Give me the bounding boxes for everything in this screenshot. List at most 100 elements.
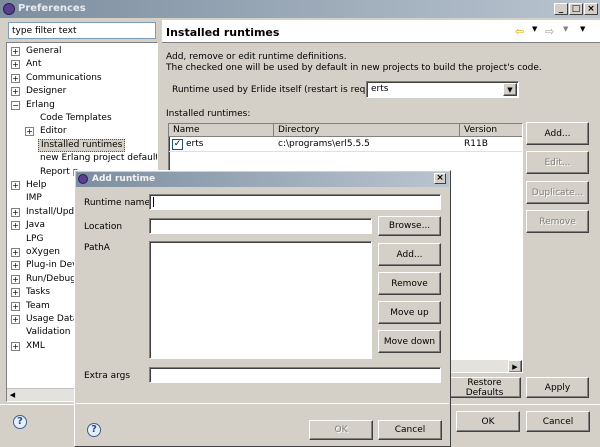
runtime-name-label: Runtime name: — [84, 198, 154, 208]
patha-list[interactable] — [149, 241, 372, 359]
expand-icon[interactable]: + — [11, 341, 20, 351]
browse-button[interactable]: Browse... — [378, 216, 441, 236]
tree-item-label: Usage Data — [26, 314, 79, 324]
expand-icon[interactable]: + — [11, 315, 20, 324]
edit-runtime-button[interactable]: Edit... — [526, 151, 589, 174]
forward-menu-icon[interactable]: ▼ — [563, 25, 568, 33]
tree-item-label: IMP — [26, 193, 42, 204]
filter-input[interactable] — [8, 22, 156, 39]
tree-item-label: Validation — [26, 327, 71, 338]
extra-args-input[interactable] — [149, 367, 441, 383]
cell-directory: c:\programs\erl5.5.5 — [278, 139, 370, 149]
expand-icon[interactable]: + — [11, 60, 20, 70]
patha-label: PathA — [84, 243, 110, 253]
runtime-name-input[interactable] — [149, 194, 441, 210]
duplicate-runtime-button[interactable]: Duplicate... — [526, 181, 589, 204]
dialog-title: Add runtime — [92, 174, 156, 184]
expand-icon[interactable]: + — [11, 261, 20, 271]
installed-label: Installed runtimes: — [166, 109, 251, 119]
dialog-cancel-button[interactable]: Cancel — [378, 420, 442, 440]
maximize-icon[interactable]: □ — [569, 3, 583, 15]
move-down-button[interactable]: Move down — [378, 330, 441, 353]
tree-item-label: Communications — [26, 72, 102, 83]
forward-arrow-icon[interactable]: ⇨ — [545, 25, 554, 38]
ok-button[interactable]: OK — [456, 411, 520, 432]
page-title: Installed runtimes — [166, 26, 280, 39]
tree-item-label: Java — [26, 220, 46, 231]
close-icon[interactable]: × — [584, 3, 598, 15]
table-row[interactable]: ✓ erts c:\programs\erl5.5.5 R11B — [169, 138, 522, 152]
expand-icon[interactable]: + — [11, 274, 20, 284]
col-header-directory[interactable]: Directory — [274, 124, 460, 137]
header-divider — [162, 42, 600, 43]
cell-version: R11B — [464, 139, 488, 149]
add-runtime-button[interactable]: Add... — [526, 122, 589, 145]
tree-item-label: XML — [26, 340, 45, 351]
page-description-1: Add, remove or edit runtime definitions. — [166, 52, 347, 62]
eclipse-icon — [3, 3, 15, 15]
tree-item-label: Ant — [26, 59, 42, 70]
col-header-name[interactable]: Name — [169, 124, 274, 137]
text-cursor — [153, 197, 154, 207]
expand-icon[interactable]: + — [11, 47, 20, 56]
apply-button[interactable]: Apply — [526, 377, 589, 398]
tree-item-label: Run/Debug — [26, 273, 76, 284]
tree-item-label: LPG — [26, 233, 44, 244]
scroll-right-icon[interactable]: ▶ — [508, 360, 522, 372]
default-checkbox[interactable]: ✓ — [172, 139, 183, 150]
dialog-footer-divider — [76, 403, 449, 404]
tree-item-label: Erlang — [26, 99, 55, 110]
add-runtime-dialog: Add runtime × Runtime name: Location Bro… — [74, 170, 451, 447]
location-input[interactable] — [149, 218, 372, 234]
tree-item-label: Help — [26, 180, 47, 190]
tree-item-label: Install/Upda — [26, 206, 80, 217]
dialog-ok-button[interactable]: OK — [309, 420, 373, 440]
location-label: Location — [84, 222, 123, 232]
runtime-select-value: erts — [371, 84, 389, 94]
col-header-version[interactable]: Version — [460, 124, 522, 137]
dialog-eclipse-icon — [78, 174, 88, 184]
page-description-2: The checked one will be used by default … — [166, 63, 542, 73]
tree-item-label: Tasks — [26, 287, 51, 298]
tree-item-label: General — [26, 46, 62, 56]
expand-icon[interactable]: + — [11, 221, 20, 231]
patha-remove-button[interactable]: Remove — [378, 272, 441, 295]
view-menu-icon[interactable]: ▼ — [580, 25, 585, 33]
help-icon[interactable]: ? — [13, 415, 27, 429]
expand-icon[interactable]: + — [11, 73, 20, 83]
extra-args-label: Extra args — [84, 371, 131, 381]
expand-icon[interactable]: + — [11, 181, 20, 190]
restore-defaults-button[interactable]: Restore Defaults — [448, 377, 521, 398]
dialog-close-icon[interactable]: × — [434, 173, 446, 184]
back-menu-icon[interactable]: ▼ — [532, 25, 537, 33]
minimize-icon[interactable]: _ — [554, 3, 568, 15]
window-title: Preferences — [18, 3, 86, 14]
cell-name: erts — [186, 139, 204, 149]
expand-icon[interactable]: + — [11, 87, 20, 97]
cancel-button[interactable]: Cancel — [526, 411, 590, 432]
expand-icon[interactable]: + — [11, 301, 20, 311]
dialog-help-icon[interactable]: ? — [87, 423, 101, 437]
tree-item-label: new Erlang project default p — [40, 153, 158, 164]
expand-icon[interactable]: + — [11, 288, 20, 298]
expand-icon[interactable]: + — [11, 248, 20, 257]
remove-runtime-button[interactable]: Remove — [526, 210, 589, 233]
chevron-down-icon[interactable]: ▼ — [503, 83, 517, 96]
scroll-left-icon[interactable]: ◀ — [7, 389, 18, 401]
expand-icon[interactable]: + — [25, 127, 34, 137]
tree-item-label: Team — [26, 300, 50, 311]
tree-item-label: Designer — [26, 86, 67, 97]
tree-item-label: oXygen — [26, 247, 60, 257]
move-up-button[interactable]: Move up — [378, 301, 441, 324]
tree-item-label: Code Templates — [40, 113, 112, 123]
dialog-titlebar: Add runtime × — [76, 172, 449, 187]
tree-item-label: Installed runtimes — [38, 138, 126, 152]
runtime-label: Runtime used by Erlide itself (restart i… — [172, 85, 392, 95]
collapse-icon[interactable]: − — [11, 100, 20, 110]
tree-item-label: Editor — [40, 126, 67, 137]
patha-add-button[interactable]: Add... — [378, 243, 441, 266]
back-arrow-icon[interactable]: ⇦ — [515, 25, 524, 38]
expand-icon[interactable]: + — [11, 207, 20, 217]
runtime-select[interactable]: erts ▼ — [366, 81, 519, 98]
window-titlebar: Preferences _ □ × — [0, 0, 600, 18]
